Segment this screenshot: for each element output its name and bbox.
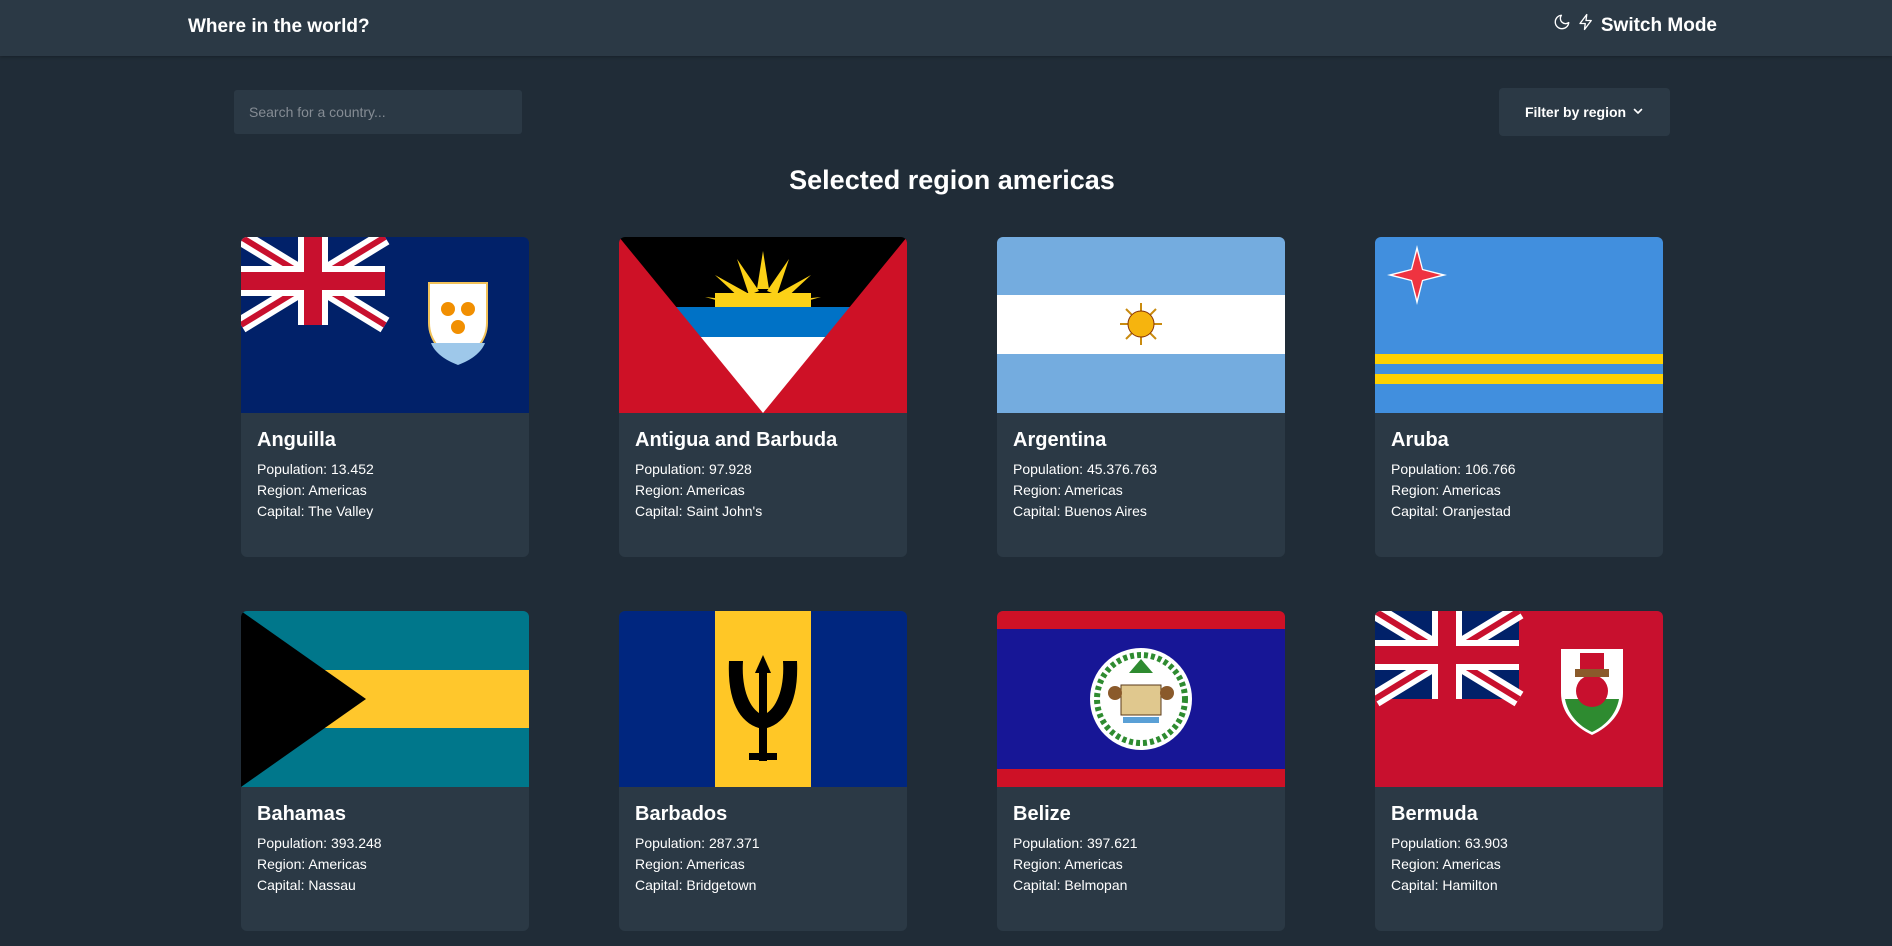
region-value: Americas [308,482,367,498]
region-value: Americas [686,856,745,872]
flag-argentina-image [997,237,1285,413]
country-card-argentina[interactable]: Argentina Population: 45.376.763 Region:… [997,237,1285,557]
country-name: Aruba [1391,429,1449,451]
flag-aruba-image [1375,237,1663,413]
population-row: Population: 287.371 [635,835,760,851]
population-row: Population: 393.248 [257,835,382,851]
country-name: Antigua and Barbuda [635,429,838,451]
population-row: Population: 45.376.763 [1013,461,1158,477]
capital-row: Capital: Saint John's [635,503,763,519]
region-row: Region: Americas [1013,482,1123,498]
capital-value: Hamilton [1442,877,1498,893]
flag-anguilla-image [241,237,529,413]
country-card-barbados[interactable]: Barbados Population: 287.371 Region: Ame… [619,611,907,931]
region-row: Region: Americas [1391,482,1501,498]
population-row: Population: 397.621 [1013,835,1138,851]
flag-barbados-image [619,611,907,787]
region-row: Region: Americas [635,856,745,872]
region-value: Americas [308,856,367,872]
population-value: 106.766 [1464,461,1516,477]
population-value: 397.621 [1086,835,1138,851]
country-name: Bahamas [257,803,346,825]
population-row: Population: 97.928 [635,461,752,477]
region-row: Region: Americas [1391,856,1501,872]
country-card-aruba[interactable]: Aruba Population: 106.766 Region: Americ… [1375,237,1663,557]
region-value: Americas [686,482,745,498]
country-card-antigua-and-barbuda[interactable]: Antigua and Barbuda Population: 97.928 R… [619,237,907,557]
country-card-anguilla[interactable]: Anguilla Population: 13.452 Region: Amer… [241,237,529,557]
region-row: Region: Americas [257,482,367,498]
population-value: 63.903 [1464,835,1508,851]
capital-value: Buenos Aires [1064,503,1147,519]
population-value: 97.928 [708,461,752,477]
page-heading: Selected region americas [789,165,1115,195]
country-card-bahamas[interactable]: Bahamas Population: 393.248 Region: Amer… [241,611,529,931]
region-row: Region: Americas [635,482,745,498]
switch-mode-label: Switch Mode [1600,15,1717,36]
capital-value: Bridgetown [686,877,757,893]
population-value: 393.248 [330,835,382,851]
flag-antigua-and-barbuda-image [619,237,907,413]
region-row: Region: Americas [257,856,367,872]
filter-by-region-dropdown[interactable]: Filter by region [1499,88,1670,136]
capital-row: Capital: Nassau [257,877,356,893]
capital-row: Capital: Buenos Aires [1013,503,1147,519]
country-name: Argentina [1013,429,1107,451]
capital-row: Capital: Bridgetown [635,877,757,893]
capital-value: Belmopan [1064,877,1128,893]
population-row: Population: 13.452 [257,461,374,477]
capital-row: Capital: The Valley [257,503,374,519]
country-name: Barbados [635,803,728,825]
population-value: 287.371 [708,835,760,851]
region-value: Americas [1442,856,1501,872]
country-name: Bermuda [1391,803,1478,825]
capital-value: The Valley [308,503,374,519]
population-value: 13.452 [330,461,374,477]
capital-value: Nassau [308,877,356,893]
country-card-belize[interactable]: Belize Population: 397.621 Region: Ameri… [997,611,1285,931]
population-row: Population: 106.766 [1391,461,1516,477]
population-row: Population: 63.903 [1391,835,1508,851]
capital-row: Capital: Hamilton [1391,877,1498,893]
app-title: Where in the world? [188,16,370,37]
flag-bermuda-image [1375,611,1663,787]
app-header: Where in the world? Switch Mode [0,0,1892,56]
country-name: Belize [1013,803,1071,825]
capital-row: Capital: Belmopan [1013,877,1128,893]
chevron-down-icon [1632,104,1644,120]
switch-mode-button[interactable]: Switch Mode [1553,13,1717,39]
flag-belize-image [997,611,1285,787]
region-value: Americas [1442,482,1501,498]
capital-value: Oranjestad [1442,503,1511,519]
population-value: 45.376.763 [1086,461,1158,477]
filter-label: Filter by region [1524,104,1627,120]
capital-row: Capital: Oranjestad [1391,503,1511,519]
capital-value: Saint John's [686,503,763,519]
country-card-bermuda[interactable]: Bermuda Population: 63.903 Region: Ameri… [1375,611,1663,931]
region-row: Region: Americas [1013,856,1123,872]
region-value: Americas [1064,856,1123,872]
search-input[interactable] [234,90,522,134]
region-value: Americas [1064,482,1123,498]
flag-bahamas-image [241,611,529,787]
moon-icon [1553,13,1571,39]
country-name: Anguilla [257,429,336,451]
bolt-icon [1577,13,1595,39]
